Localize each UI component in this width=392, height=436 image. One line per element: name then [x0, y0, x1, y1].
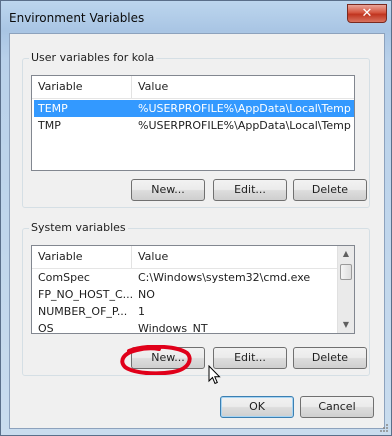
user-new-button[interactable]: New... — [131, 179, 205, 201]
scroll-thumb[interactable] — [340, 264, 352, 280]
column-header-value[interactable]: Value — [132, 76, 354, 98]
user-var-row-tmp[interactable]: TMP %USERPROFILE%\AppData\Local\Temp — [34, 117, 354, 134]
vertical-scrollbar[interactable]: ▲ ▼ — [337, 246, 354, 333]
variable-value: %USERPROFILE%\AppData\Local\Temp — [138, 119, 351, 132]
variable-name: ComSpec — [38, 271, 90, 284]
system-new-button[interactable]: New... — [131, 347, 205, 369]
mouse-pointer-icon — [208, 365, 221, 385]
system-edit-button[interactable]: Edit... — [213, 347, 287, 369]
variable-name: NUMBER_OF_P... — [38, 305, 128, 318]
system-var-row[interactable]: OS Windows_NT — [34, 320, 338, 334]
variable-name: TEMP — [38, 102, 68, 115]
user-variables-list[interactable]: Variable Value TEMP %USERPROFILE%\AppDat… — [31, 75, 355, 171]
variable-value: 1 — [138, 305, 145, 318]
dialog-client-area: User variables for kola Variable Value T… — [9, 33, 385, 429]
close-icon: ✕ — [361, 6, 373, 21]
scroll-down-arrow-icon[interactable]: ▼ — [338, 317, 354, 333]
cancel-button[interactable]: Cancel — [300, 396, 374, 418]
list-header: Variable Value — [32, 246, 338, 269]
user-variables-label: User variables for kola — [29, 51, 157, 64]
variable-name: OS — [38, 322, 54, 334]
close-button[interactable]: ✕ — [347, 4, 387, 23]
title-bar[interactable]: Environment Variables ✕ — [1, 1, 391, 33]
list-header: Variable Value — [32, 76, 354, 99]
environment-variables-window: Environment Variables ✕ User variables f… — [0, 0, 392, 436]
variable-name: FP_NO_HOST_C... — [38, 288, 134, 301]
system-variables-label: System variables — [29, 221, 128, 234]
ok-button[interactable]: OK — [220, 396, 294, 418]
column-header-variable[interactable]: Variable — [32, 246, 132, 268]
window-title: Environment Variables — [9, 11, 145, 25]
user-delete-button[interactable]: Delete — [293, 179, 367, 201]
user-variables-group: User variables for kola Variable Value T… — [22, 51, 370, 208]
variable-value: Windows_NT — [138, 322, 208, 334]
system-var-row[interactable]: ComSpec C:\Windows\system32\cmd.exe — [34, 269, 338, 286]
column-header-value[interactable]: Value — [132, 246, 338, 268]
resize-grip-icon[interactable] — [379, 423, 389, 433]
user-edit-button[interactable]: Edit... — [213, 179, 287, 201]
system-var-row[interactable]: NUMBER_OF_P... 1 — [34, 303, 338, 320]
user-var-row-temp[interactable]: TEMP %USERPROFILE%\AppData\Local\Temp — [34, 100, 354, 117]
variable-value: NO — [138, 288, 155, 301]
variable-value: C:\Windows\system32\cmd.exe — [138, 271, 311, 284]
system-variables-list[interactable]: Variable Value ComSpec C:\Windows\system… — [31, 245, 355, 334]
variable-value: %USERPROFILE%\AppData\Local\Temp — [138, 102, 351, 115]
system-var-row[interactable]: FP_NO_HOST_C... NO — [34, 286, 338, 303]
column-header-variable[interactable]: Variable — [32, 76, 132, 98]
system-variables-group: System variables Variable Value ComSpec … — [22, 221, 370, 376]
variable-name: TMP — [38, 119, 61, 132]
system-delete-button[interactable]: Delete — [293, 347, 367, 369]
scroll-up-arrow-icon[interactable]: ▲ — [338, 246, 354, 262]
